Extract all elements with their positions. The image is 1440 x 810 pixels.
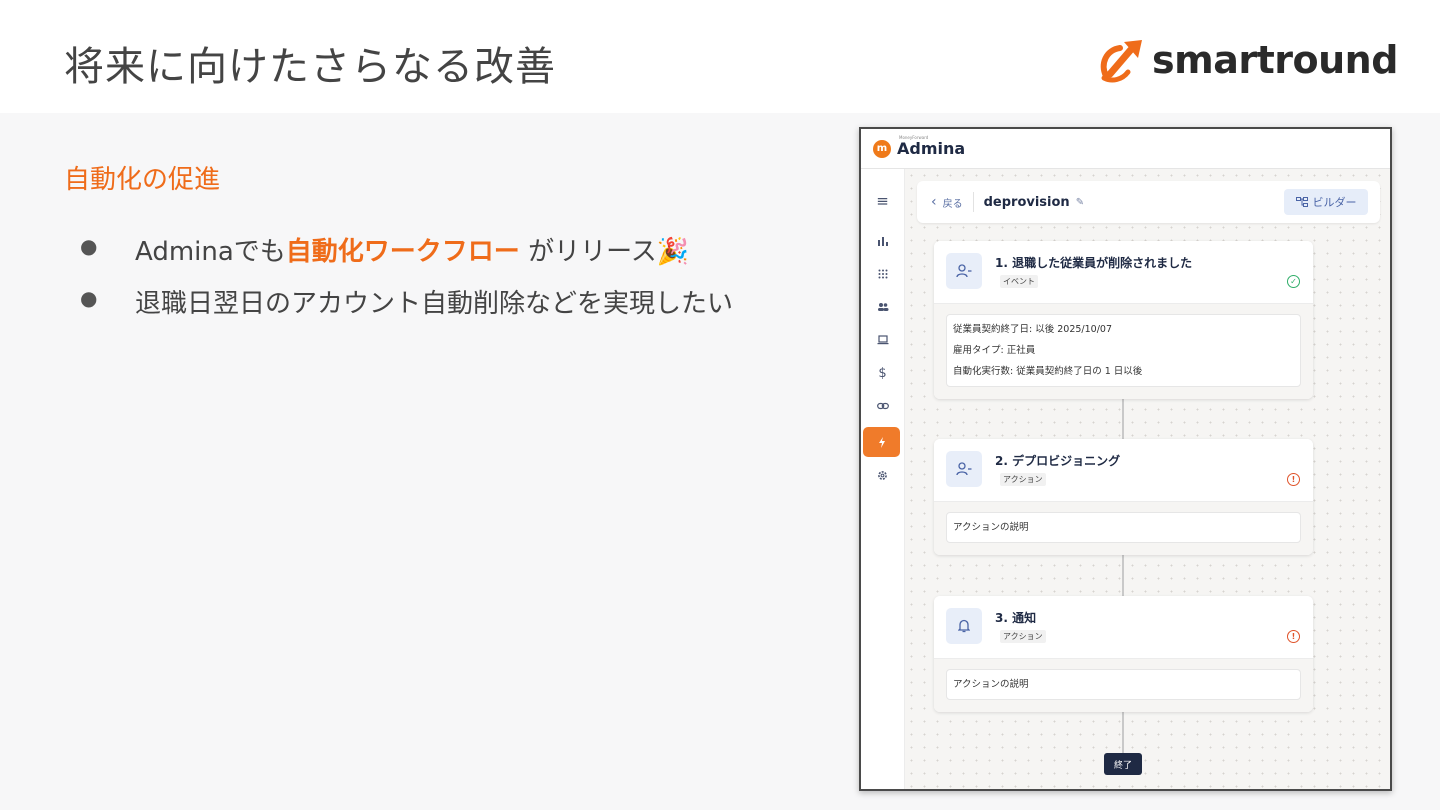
node-title: 2. デプロビジョニング (995, 454, 1121, 468)
node-detail-line: アクションの説明 (953, 522, 1029, 533)
chevron-left-icon: ‹ (931, 194, 937, 210)
node-detail-line: アクションの説明 (953, 679, 1029, 690)
slide-title: 将来に向けたさらなる改善 (64, 44, 556, 90)
menu-icon[interactable]: ≡ (865, 187, 900, 215)
node-title: 3. 通知 (995, 611, 1037, 625)
node-detail-line: 雇用タイプ: 正社員 (953, 345, 1036, 356)
app-sidebar: ≡ $ (861, 169, 905, 789)
node-detail-line: 従業員契約終了日: 以後 2025/10/07 (953, 324, 1112, 335)
node-header: 2. デプロビジョニング アクション ! (934, 439, 1313, 501)
laptop-icon[interactable] (865, 326, 900, 354)
brand-logo: smartround (1098, 36, 1398, 84)
app-logo-subtext: MoneyForward (899, 135, 929, 140)
connector-line (1122, 709, 1124, 753)
check-circle-icon: ✓ (1287, 275, 1300, 288)
builder-button[interactable]: ビルダー (1284, 189, 1368, 215)
divider (972, 192, 974, 212)
workflow-node[interactable]: 2. デプロビジョニング アクション ! アクションの説明 (934, 439, 1313, 555)
admina-screenshot: m MoneyForward Admina ≡ $ ‹ 戻る deprovisi… (859, 127, 1392, 791)
bullet-item: ● 退職日翌日のアカウント自動削除などを実現したい (80, 283, 733, 335)
workflow-node[interactable]: 3. 通知 アクション ! アクションの説明 (934, 596, 1313, 712)
node-title: 1. 退職した従業員が削除されました (995, 256, 1193, 270)
node-body: アクションの説明 (934, 658, 1313, 712)
bullet-dot-icon: ● (80, 286, 98, 310)
brand-name: smartround (1152, 38, 1398, 82)
node-details: 従業員契約終了日: 以後 2025/10/07 雇用タイプ: 正社員 自動化実行… (946, 314, 1301, 387)
node-body: アクションの説明 (934, 501, 1313, 555)
warning-circle-icon: ! (1287, 630, 1300, 643)
slide-header: 将来に向けたさらなる改善 smartround (0, 0, 1440, 113)
node-header: 3. 通知 アクション ! (934, 596, 1313, 658)
grid-icon[interactable] (865, 260, 900, 288)
node-detail-line: 自動化実行数: 従業員契約終了日の 1 日以後 (953, 366, 1143, 377)
user-minus-icon (946, 253, 982, 289)
builder-label: ビルダー (1312, 196, 1357, 209)
node-details: アクションの説明 (946, 669, 1301, 700)
node-tag: アクション (1000, 473, 1046, 486)
workflow-topbar: ‹ 戻る deprovision ✎ ビルダー (917, 181, 1380, 223)
section-heading: 自動化の促進 (64, 165, 221, 195)
workflow-name: deprovision (983, 194, 1070, 210)
connector-line (1122, 551, 1124, 599)
node-tag: アクション (1000, 630, 1046, 643)
bullet-text-post: がリリース🎉 (519, 237, 690, 267)
app-logo: Admina (897, 139, 966, 158)
link-icon[interactable] (865, 392, 900, 420)
slide-content: 自動化の促進 ● Adminaでも自動化ワークフロー がリリース🎉 ● 退職日翌… (0, 113, 1440, 810)
builder-icon (1295, 197, 1308, 207)
admina-logo-icon: m (873, 139, 891, 158)
chart-icon[interactable] (865, 227, 900, 255)
node-details: アクションの説明 (946, 512, 1301, 543)
bullet-dot-icon: ● (80, 234, 98, 258)
bullet-text-pre: Adminaでも (135, 237, 286, 267)
user-minus-icon (946, 451, 982, 487)
bell-icon (946, 608, 982, 644)
lightning-icon[interactable] (863, 427, 900, 457)
workflow-canvas[interactable]: ‹ 戻る deprovision ✎ ビルダー 1. 退職した従業員が削除されま… (905, 169, 1390, 789)
app-topbar: m MoneyForward Admina (861, 129, 1390, 169)
smartround-logo-icon (1100, 40, 1142, 83)
node-body: 従業員契約終了日: 以後 2025/10/07 雇用タイプ: 正社員 自動化実行… (934, 303, 1313, 399)
back-label: 戻る (942, 198, 963, 210)
back-button[interactable]: ‹ 戻る (917, 194, 963, 210)
node-header: 1. 退職した従業員が削除されました イベント ✓ (934, 241, 1313, 303)
connector-line (1122, 393, 1124, 441)
edit-pencil-icon[interactable]: ✎ (1076, 197, 1084, 208)
warning-circle-icon: ! (1287, 473, 1300, 486)
gear-icon[interactable] (865, 461, 900, 489)
users-icon[interactable] (865, 293, 900, 321)
bullet-list: ● Adminaでも自動化ワークフロー がリリース🎉 ● 退職日翌日のアカウント… (80, 231, 733, 335)
bullet-highlight: 自動化ワークフロー (285, 237, 520, 267)
workflow-node[interactable]: 1. 退職した従業員が削除されました イベント ✓ 従業員契約終了日: 以後 2… (934, 241, 1313, 399)
bullet-text: 退職日翌日のアカウント自動削除などを実現したい (135, 289, 734, 319)
dollar-icon[interactable]: $ (865, 359, 900, 387)
end-node[interactable]: 終了 (1104, 753, 1142, 775)
bullet-item: ● Adminaでも自動化ワークフロー がリリース🎉 (80, 231, 733, 283)
node-tag: イベント (1000, 275, 1038, 288)
